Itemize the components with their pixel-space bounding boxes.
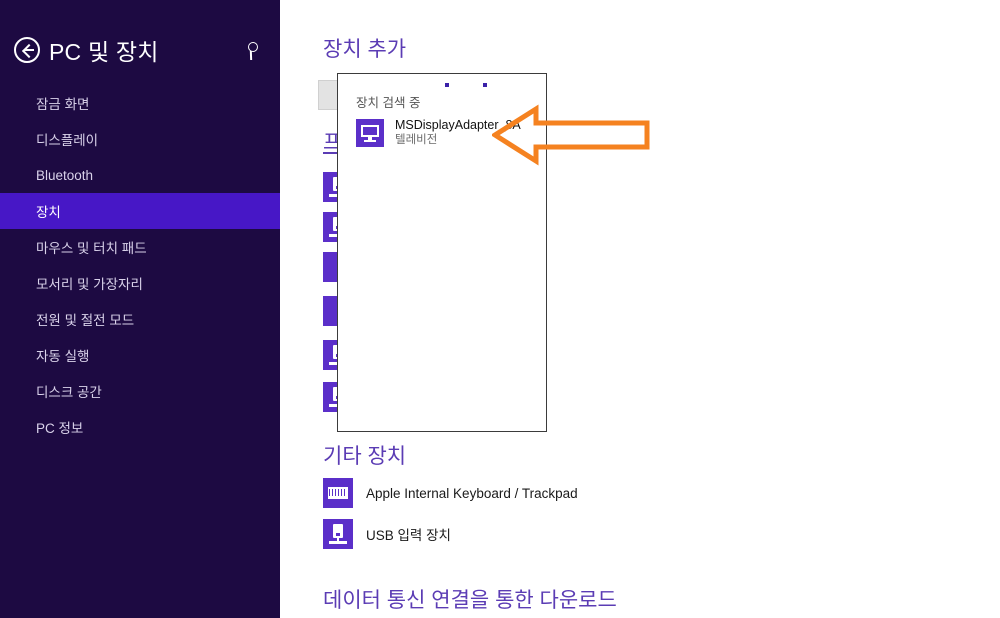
sidebar-item-disk-space[interactable]: 디스크 공간 [0, 373, 280, 409]
sidebar-item-bluetooth[interactable]: Bluetooth [0, 157, 280, 193]
progress-dot [445, 83, 449, 87]
sidebar-item-lock-screen[interactable]: 잠금 화면 [0, 85, 280, 121]
sidebar-item-label: 마우스 및 터치 패드 [36, 241, 147, 256]
heading-add-device: 장치 추가 [323, 38, 407, 61]
sidebar-item-label: 전원 및 절전 모드 [36, 313, 135, 328]
sidebar-item-display[interactable]: 디스플레이 [0, 121, 280, 157]
discovered-device-kind: 텔레비전 [395, 134, 438, 146]
app-root: PC 및 장치 잠금 화면 디스플레이 Bluetooth 장치 마우스 및 터… [0, 0, 1000, 618]
other-device-row-keyboard[interactable]: Apple Internal Keyboard / Trackpad [323, 478, 578, 508]
sidebar-item-label: 디스크 공간 [36, 385, 102, 400]
discovered-device-text: MSDisplayAdapter_8A 텔레비전 [395, 118, 521, 148]
sidebar-nav: 잠금 화면 디스플레이 Bluetooth 장치 마우스 및 터치 패드 모서리… [0, 85, 280, 445]
back-arrow-icon[interactable] [14, 37, 40, 63]
search-icon-handle [249, 50, 252, 61]
heading-other-devices: 기타 장치 [323, 445, 407, 468]
discovered-device-name: MSDisplayAdapter_8A [395, 118, 521, 132]
sidebar-item-pc-info[interactable]: PC 정보 [0, 409, 280, 445]
page-title: PC 및 장치 [49, 39, 159, 65]
sidebar-item-mouse-touchpad[interactable]: 마우스 및 터치 패드 [0, 229, 280, 265]
other-device-label: USB 입력 장치 [366, 528, 451, 543]
sidebar-item-label: PC 정보 [36, 421, 84, 436]
main-content: 장치 추가 프린터 [280, 0, 1000, 618]
usb-device-icon [323, 519, 353, 549]
progress-dots-indicator [338, 83, 548, 89]
sidebar-item-autoplay[interactable]: 자동 실행 [0, 337, 280, 373]
flyout-status-text: 장치 검색 중 [356, 96, 421, 110]
search-icon[interactable] [244, 40, 266, 62]
sidebar-item-label: Bluetooth [36, 167, 94, 183]
sidebar-item-label: 장치 [36, 205, 61, 220]
sidebar-item-corners-edges[interactable]: 모서리 및 가장자리 [0, 265, 280, 301]
keyboard-icon [323, 478, 353, 508]
sidebar-item-label: 모서리 및 가장자리 [36, 277, 143, 292]
discovered-device-item[interactable]: MSDisplayAdapter_8A 텔레비전 [356, 118, 521, 148]
heading-metered-download: 데이터 통신 연결을 통한 다운로드 [323, 589, 617, 612]
sidebar-header: PC 및 장치 [0, 28, 280, 72]
other-device-row-usb[interactable]: USB 입력 장치 [323, 519, 451, 549]
sidebar-item-label: 자동 실행 [36, 349, 90, 364]
progress-dot [483, 83, 487, 87]
monitor-icon [356, 119, 384, 147]
sidebar-item-power-sleep[interactable]: 전원 및 절전 모드 [0, 301, 280, 337]
sidebar: PC 및 장치 잠금 화면 디스플레이 Bluetooth 장치 마우스 및 터… [0, 0, 280, 618]
sidebar-item-label: 디스플레이 [36, 133, 99, 148]
other-device-label: Apple Internal Keyboard / Trackpad [366, 485, 578, 501]
add-device-flyout: 장치 검색 중 MSDisplayAdapter_8A 텔레비전 [337, 73, 547, 432]
sidebar-item-devices[interactable]: 장치 [0, 193, 280, 229]
sidebar-item-label: 잠금 화면 [36, 97, 90, 112]
